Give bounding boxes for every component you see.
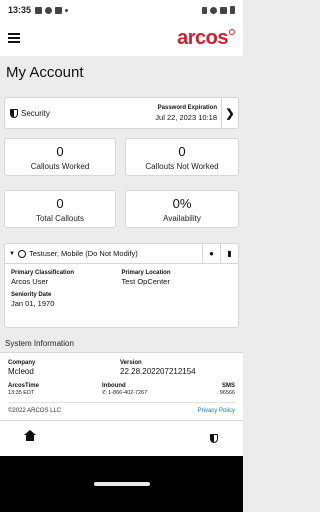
battery-icon — [230, 6, 235, 14]
user-card: ▼ Testuser, Mobile (Do Not Modify) ● ▮ P… — [4, 243, 239, 328]
app-bar: arcos — [0, 20, 243, 56]
bottom-nav — [0, 420, 243, 456]
home-gesture-pill[interactable] — [93, 482, 150, 486]
signal-icon — [220, 6, 227, 14]
phone-icon: ✆ — [102, 390, 107, 396]
seniority-date-field: Seniority Date Jan 01, 1970 — [11, 292, 55, 308]
company-field: Company Mcleod — [8, 360, 36, 376]
media-icon — [45, 6, 53, 14]
chevron-right-icon[interactable]: ❯ — [222, 107, 238, 120]
page-title: My Account — [6, 64, 84, 81]
mail-icon — [35, 6, 43, 14]
stat-value: 0 — [178, 143, 186, 159]
privacy-policy-link[interactable]: Privacy Policy — [198, 408, 235, 414]
registered-mark — [229, 29, 235, 35]
stat-callouts-not-worked: 0 Callouts Not Worked — [125, 138, 239, 176]
password-expiration-value: Jul 22, 2023 10:18 — [155, 112, 217, 122]
password-expiration-label: Password Expiration — [157, 104, 217, 111]
user-name: Testuser, Mobile (Do Not Modify) — [28, 249, 138, 258]
arcos-time-field: ArcosTime 13:35 EDT — [8, 383, 39, 396]
person-icon — [17, 249, 26, 258]
vibrate-icon — [202, 6, 207, 14]
shield-icon[interactable] — [210, 434, 218, 443]
inbound-phone-link[interactable]: ✆ 1-866-402-7267 — [102, 390, 220, 396]
mail-icon — [55, 6, 63, 14]
primary-classification-field: Primary Classification Arcos User — [11, 270, 75, 286]
shield-icon — [10, 108, 18, 118]
stat-value: 0 — [56, 143, 64, 159]
system-navigation-bar — [0, 456, 243, 512]
system-information-title: System Information — [5, 339, 74, 348]
version-field: Version 22.28.202207212154 — [120, 360, 196, 376]
wifi-icon — [210, 6, 217, 14]
security-card[interactable]: Security Password Expiration Jul 22, 202… — [4, 97, 239, 129]
status-time: 13:35 — [8, 5, 32, 15]
user-selector[interactable]: ▼ Testuser, Mobile (Do Not Modify) ● ▮ — [5, 244, 238, 264]
stat-value: 0 — [56, 195, 64, 211]
stat-label: Total Callouts — [35, 213, 85, 223]
home-icon[interactable] — [24, 430, 36, 443]
stat-availability: 0% Availability — [125, 190, 239, 228]
stat-label: Callouts Not Worked — [145, 161, 219, 171]
inbound-field: Inbound ✆ 1-866-402-7267 — [102, 383, 220, 396]
hamburger-menu-icon[interactable] — [8, 33, 20, 43]
stat-label: Callouts Worked — [30, 161, 90, 171]
microphone-icon[interactable]: ▮ — [220, 244, 238, 263]
dot-icon — [65, 8, 69, 12]
arcos-logo: arcos — [177, 28, 235, 48]
copyright-text: ©2022 ARCOS LLC — [8, 408, 62, 414]
status-bar: 13:35 — [0, 0, 243, 20]
sms-field: SMS 96566 — [219, 383, 235, 396]
stat-label: Availability — [163, 213, 201, 223]
stat-total-callouts: 0 Total Callouts — [4, 190, 116, 228]
caret-down-icon[interactable]: ▼ — [9, 251, 15, 257]
primary-location-field: Primary Location Test OpCenter — [121, 270, 171, 286]
security-label: Security — [21, 108, 50, 118]
stat-callouts-worked: 0 Callouts Worked — [4, 138, 116, 176]
stat-value: 0% — [172, 195, 192, 211]
location-pin-icon[interactable]: ● — [202, 244, 220, 263]
